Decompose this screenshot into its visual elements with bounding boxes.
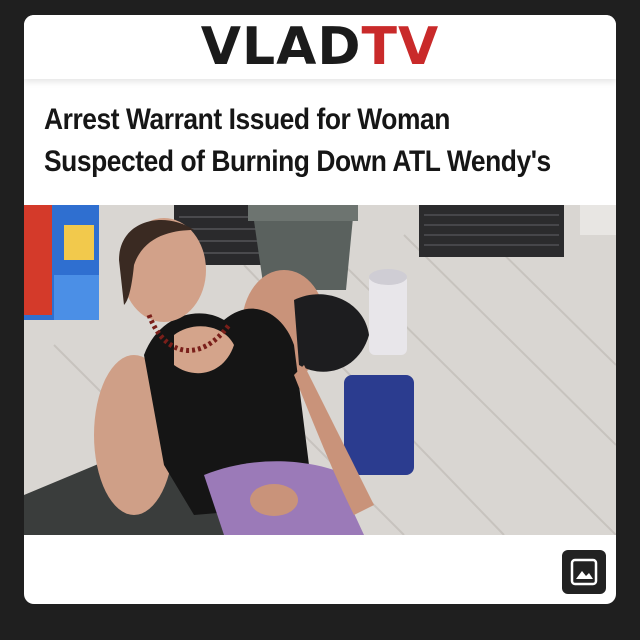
brand-logo: VLAD TV bbox=[201, 21, 440, 73]
headline-line-1: Arrest Warrant Issued for Woman bbox=[44, 103, 450, 136]
image-icon bbox=[570, 558, 598, 586]
brand-header: VLAD TV bbox=[24, 15, 616, 79]
brand-logo-tv: TV bbox=[361, 17, 440, 77]
brand-logo-vlad: VLAD bbox=[200, 17, 362, 77]
article-photo bbox=[24, 205, 616, 535]
view-image-button[interactable] bbox=[562, 550, 606, 594]
article-headline: Arrest Warrant Issued for Woman Suspecte… bbox=[44, 99, 551, 183]
headline-line-2: Suspected of Burning Down ATL Wendy's bbox=[44, 145, 551, 178]
post-card: VLAD TV Arrest Warrant Issued for Woman … bbox=[24, 15, 616, 604]
